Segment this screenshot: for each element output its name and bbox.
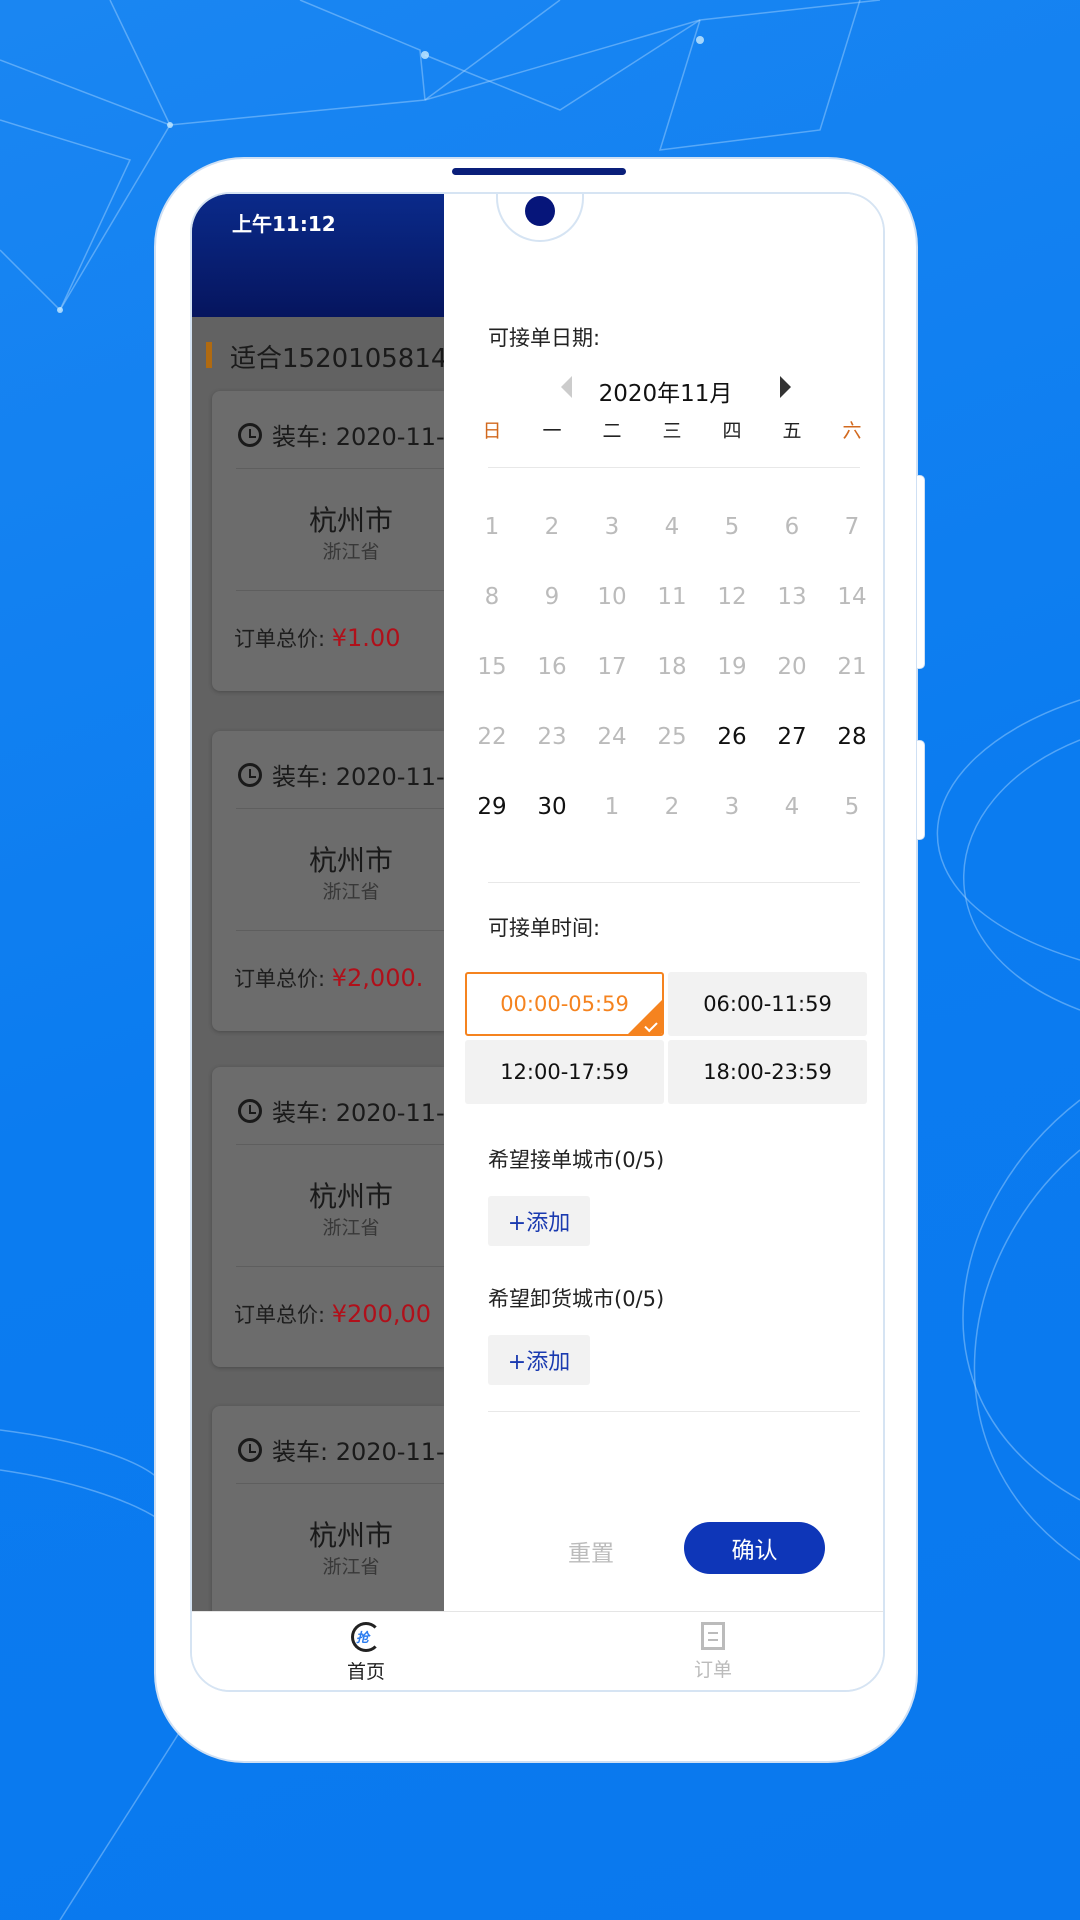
calendar-day: 8 <box>484 584 500 610</box>
time-label: 可接单时间: <box>488 916 601 940</box>
calendar-day[interactable]: 26 <box>702 724 762 750</box>
calendar-day: 10 <box>597 584 627 610</box>
calendar-day: 11 <box>657 584 687 610</box>
bottom-nav: 抢首页 订单 <box>192 1611 883 1690</box>
calendar-day: 13 <box>777 584 807 610</box>
calendar-day: 4 <box>664 514 680 540</box>
calendar-day: 1 <box>484 514 500 540</box>
order-price: 订单总价: ¥1.00 <box>234 624 401 652</box>
calendar-day: 9 <box>544 584 560 610</box>
selected-corner <box>627 999 662 1034</box>
calendar-day[interactable]: 29 <box>462 794 522 820</box>
weekday-header: 二 <box>602 420 622 442</box>
order-card[interactable]: 装车: 2020-11- 杭州市 浙江省 订单总价: ¥1.00 <box>212 391 444 691</box>
province: 浙江省 <box>322 1556 380 1578</box>
weekday-header: 日 <box>482 420 502 442</box>
calendar-day: 6 <box>784 514 800 540</box>
calendar-day: 22 <box>477 724 507 750</box>
status-time: 上午11:12 <box>232 212 336 236</box>
calendar-day: 14 <box>837 584 867 610</box>
weekday-header: 一 <box>542 420 562 442</box>
nav-orders[interactable]: 订单 <box>663 1622 763 1682</box>
order-price: 订单总价: ¥2,000. <box>234 964 424 992</box>
speaker-grille <box>452 168 626 175</box>
weekday-header: 五 <box>782 420 802 442</box>
calendar-day[interactable]: 28 <box>822 724 882 750</box>
calendar-day: 21 <box>837 654 867 680</box>
pickup-city-label: 希望接单城市(0/5) <box>488 1148 665 1172</box>
calendar-day: 3 <box>604 514 620 540</box>
weekday-header: 三 <box>662 420 682 442</box>
grab-order-icon: 抢 <box>351 1622 381 1652</box>
calendar-day: 23 <box>537 724 567 750</box>
order-price: 订单总价: ¥200,00 <box>234 1300 432 1328</box>
list-heading: 适合1520105814 <box>205 338 444 375</box>
province: 浙江省 <box>322 881 380 903</box>
unload-city-label: 希望卸货城市(0/5) <box>488 1287 665 1311</box>
calendar-day: 5 <box>844 794 860 820</box>
calendar-day[interactable]: 27 <box>762 724 822 750</box>
nav-home[interactable]: 抢首页 <box>316 1622 416 1684</box>
calendar-day: 18 <box>657 654 687 680</box>
order-card[interactable]: 装车: 2020-11- 杭州市 浙江省 订单总价: ¥2,000. <box>212 731 444 1031</box>
calendar-day: 15 <box>477 654 507 680</box>
clock-icon <box>238 762 262 787</box>
volume-button <box>916 475 925 669</box>
calendar-day: 3 <box>724 794 740 820</box>
time-slot-1800-2359[interactable]: 18:00-23:59 <box>668 1040 867 1104</box>
calendar-day: 5 <box>724 514 740 540</box>
city: 杭州市 <box>308 844 393 877</box>
calendar-day: 2 <box>664 794 680 820</box>
calendar-day: 4 <box>784 794 800 820</box>
order-card[interactable]: 装车: 2020-11- 杭州市 浙江省 <box>212 1406 444 1611</box>
load-date: 装车: 2020-11- <box>272 763 444 791</box>
month-title: 2020年11月 <box>598 381 733 407</box>
weekday-header: 四 <box>722 420 742 442</box>
load-date: 装车: 2020-11- <box>272 1438 444 1466</box>
province: 浙江省 <box>322 1217 380 1239</box>
calendar-day: 20 <box>777 654 807 680</box>
add-unload-city-button[interactable]: +添加 <box>488 1335 590 1385</box>
confirm-button[interactable]: 确认 <box>684 1522 825 1574</box>
province: 浙江省 <box>322 541 380 563</box>
filter-drawer: 可接单日期: 2020年11月 日一二三四五六 1 2 3 4 5 6 7 8 9 10 11 12 13… <box>444 194 883 1611</box>
clock-icon <box>238 422 262 447</box>
city: 杭州市 <box>308 1180 393 1213</box>
calendar-day: 16 <box>537 654 567 680</box>
calendar-day: 25 <box>657 724 687 750</box>
calendar-day: 24 <box>597 724 627 750</box>
calendar-day: 7 <box>844 514 860 540</box>
reset-button[interactable]: 重置 <box>568 1534 614 1568</box>
order-list-dimmed[interactable]: 上午11:12 适合1520105814 装车: 2020-11- 杭州市 浙江… <box>192 194 444 1611</box>
time-slot-0600-1159[interactable]: 06:00-11:59 <box>668 972 867 1036</box>
load-date: 装车: 2020-11- <box>272 423 444 451</box>
city: 杭州市 <box>308 504 393 537</box>
order-list-icon <box>701 1622 725 1650</box>
calendar-day: 12 <box>717 584 747 610</box>
time-slot-0000-0559[interactable]: 00:00-05:59 <box>465 972 664 1036</box>
weekday-header: 六 <box>842 420 862 442</box>
app-screen: 上午11:12 适合1520105814 装车: 2020-11- 杭州市 浙江… <box>190 192 885 1692</box>
city: 杭州市 <box>308 1519 393 1552</box>
clock-icon <box>238 1098 262 1123</box>
calendar-day: 2 <box>544 514 560 540</box>
camera-notch <box>496 194 584 242</box>
time-slot-1200-1759[interactable]: 12:00-17:59 <box>465 1040 664 1104</box>
power-button <box>916 740 925 840</box>
load-date: 装车: 2020-11- <box>272 1099 444 1127</box>
calendar-day: 17 <box>597 654 627 680</box>
next-month-button[interactable] <box>780 376 791 398</box>
calendar-day: 19 <box>717 654 747 680</box>
add-pickup-city-button[interactable]: +添加 <box>488 1196 590 1246</box>
calendar-day[interactable]: 30 <box>522 794 582 820</box>
calendar-day: 1 <box>604 794 620 820</box>
order-card[interactable]: 装车: 2020-11- 杭州市 浙江省 订单总价: ¥200,00 <box>212 1067 444 1367</box>
clock-icon <box>238 1437 262 1462</box>
camera-icon <box>525 196 555 226</box>
date-label: 可接单日期: <box>488 326 601 350</box>
